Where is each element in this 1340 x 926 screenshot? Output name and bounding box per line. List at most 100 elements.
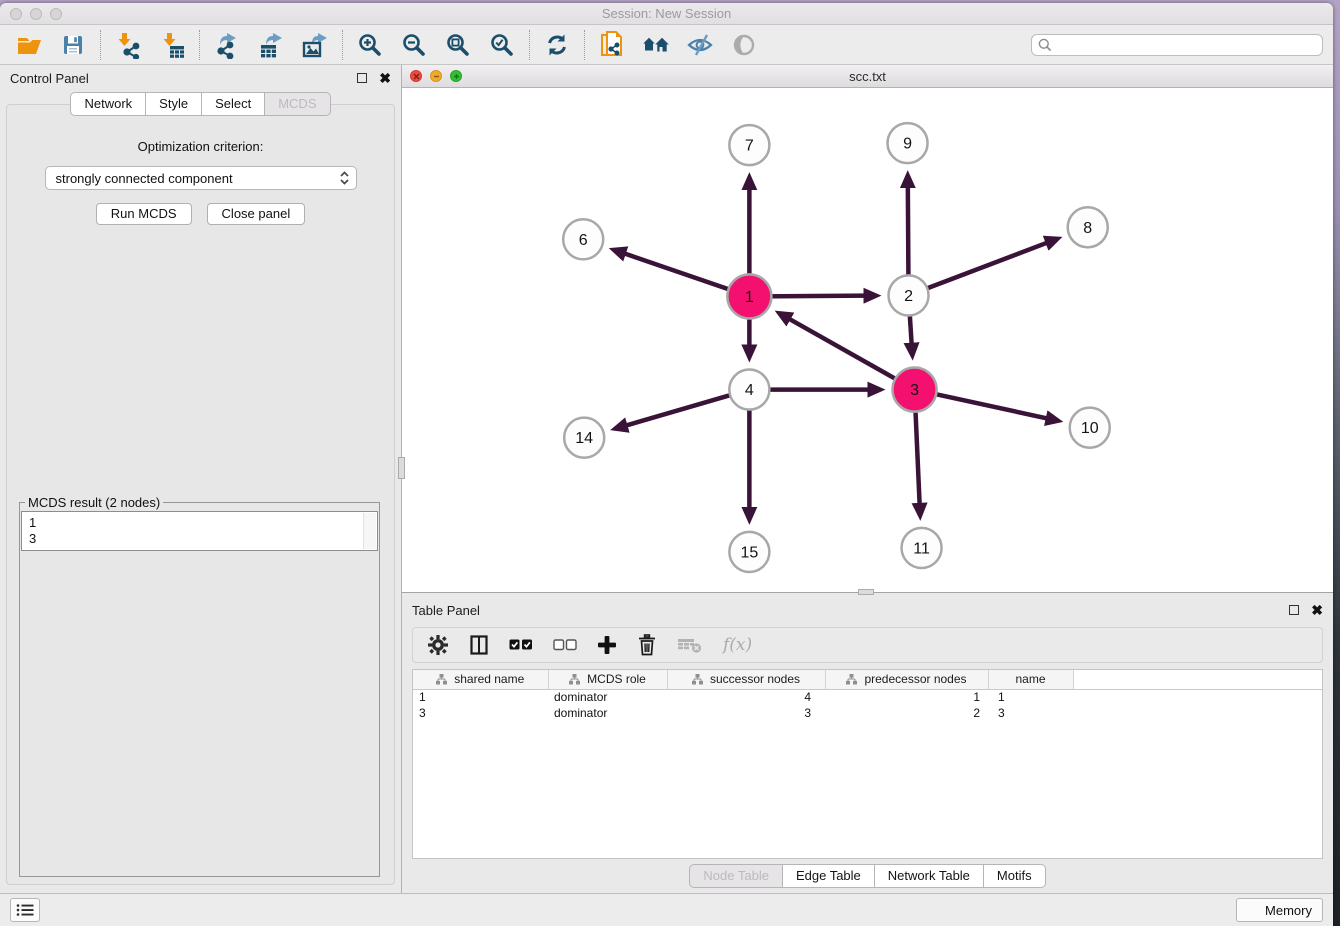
- vertical-splitter-handle[interactable]: [398, 457, 405, 479]
- cell-name[interactable]: 1: [988, 689, 1073, 705]
- mcds-panel: Optimization criterion: strongly connect…: [6, 104, 395, 885]
- save-session-button[interactable]: [58, 30, 88, 60]
- import-network-button[interactable]: [113, 30, 143, 60]
- table-tabs: Node Table Edge Table Network Table Moti…: [402, 859, 1333, 893]
- graph-node-label: 9: [903, 135, 912, 153]
- cell-filler: [1073, 705, 1322, 721]
- control-panel-header: Control Panel ✖: [0, 65, 401, 91]
- column-header-successor-nodes[interactable]: successor nodes: [667, 670, 825, 689]
- optimization-criterion-label: Optimization criterion:: [138, 139, 264, 154]
- status-bar: Memory: [0, 893, 1333, 926]
- refresh-button[interactable]: [542, 30, 572, 60]
- cell-predecessor-nodes[interactable]: 1: [825, 689, 988, 705]
- deselect-all-icon[interactable]: [553, 639, 577, 651]
- dropdown-stepper-icon: [339, 170, 350, 186]
- search-box[interactable]: [1031, 34, 1323, 56]
- table-settings-icon[interactable]: [427, 634, 449, 656]
- list-icon: [16, 903, 34, 917]
- cell-successor-nodes[interactable]: 3: [667, 705, 825, 721]
- open-session-button[interactable]: [14, 30, 44, 60]
- tab-select[interactable]: Select: [202, 92, 265, 116]
- criterion-value: strongly connected component: [56, 171, 233, 186]
- horizontal-splitter[interactable]: [402, 593, 1333, 597]
- splitter-handle[interactable]: [858, 589, 874, 595]
- close-window-icon[interactable]: [10, 8, 22, 20]
- criterion-dropdown[interactable]: strongly connected component: [45, 166, 357, 190]
- graph-node-label: 7: [745, 137, 754, 155]
- tab-network[interactable]: Network: [70, 92, 146, 116]
- cell-filler: [1073, 689, 1322, 705]
- export-network-button[interactable]: [212, 30, 242, 60]
- task-history-button[interactable]: [10, 898, 40, 922]
- tab-motifs[interactable]: Motifs: [984, 864, 1046, 888]
- session-title: Session: New Session: [0, 6, 1333, 21]
- minimize-network-icon[interactable]: [430, 70, 442, 82]
- network-canvas[interactable]: 7968124314101511: [402, 88, 1333, 592]
- network-window-title: scc.txt: [402, 69, 1333, 84]
- tab-network-table[interactable]: Network Table: [875, 864, 984, 888]
- mcds-result-group: MCDS result (2 nodes) 1 3: [19, 495, 380, 877]
- zoom-in-button[interactable]: [355, 30, 385, 60]
- node-table[interactable]: shared name MCDS role successor nodes pr…: [412, 669, 1323, 859]
- close-panel-icon[interactable]: ✖: [379, 73, 391, 83]
- hide-graphics-details-button[interactable]: [685, 30, 715, 60]
- graph-node-label: 10: [1081, 419, 1099, 437]
- column-header-name[interactable]: name: [988, 670, 1073, 689]
- cell-shared-name[interactable]: 3: [413, 705, 548, 721]
- zoom-window-icon[interactable]: [50, 8, 62, 20]
- fit-content-button[interactable]: [443, 30, 473, 60]
- tab-edge-table[interactable]: Edge Table: [783, 864, 875, 888]
- network-home-button[interactable]: [641, 30, 671, 60]
- minimize-window-icon[interactable]: [30, 8, 42, 20]
- float-panel-icon[interactable]: [357, 73, 367, 83]
- zoom-out-button[interactable]: [399, 30, 429, 60]
- cell-name[interactable]: 3: [988, 705, 1073, 721]
- column-header-shared-name[interactable]: shared name: [413, 670, 548, 689]
- close-network-icon[interactable]: [410, 70, 422, 82]
- search-input[interactable]: [1053, 38, 1317, 52]
- tab-node-table[interactable]: Node Table: [689, 864, 783, 888]
- duplicate-network-button[interactable]: [597, 30, 627, 60]
- window-controls: [10, 8, 62, 20]
- select-all-icon[interactable]: [509, 639, 533, 651]
- table-row[interactable]: 1 dominator 4 1 1: [413, 689, 1322, 705]
- add-column-icon[interactable]: [597, 635, 617, 655]
- delete-column-icon[interactable]: [637, 634, 657, 656]
- graph-node-label: 1: [745, 288, 754, 306]
- cell-mcds-role[interactable]: dominator: [548, 705, 667, 721]
- cell-shared-name[interactable]: 1: [413, 689, 548, 705]
- title-bar: Session: New Session: [0, 3, 1333, 25]
- zoom-network-icon[interactable]: [450, 70, 462, 82]
- table-row[interactable]: 3 dominator 3 2 3: [413, 705, 1322, 721]
- column-header-predecessor-nodes[interactable]: predecessor nodes: [825, 670, 988, 689]
- tab-mcds[interactable]: MCDS: [265, 92, 330, 116]
- memory-button[interactable]: Memory: [1236, 898, 1323, 922]
- float-table-panel-icon[interactable]: [1289, 605, 1299, 615]
- import-table-button[interactable]: [157, 30, 187, 60]
- result-scrollbar[interactable]: [363, 513, 376, 549]
- delete-table-icon: [677, 636, 703, 654]
- cell-predecessor-nodes[interactable]: 2: [825, 705, 988, 721]
- cell-mcds-role[interactable]: dominator: [548, 689, 667, 705]
- close-panel-button[interactable]: Close panel: [207, 203, 306, 225]
- mcds-result-value: 3: [29, 531, 359, 547]
- function-builder-icon: f(x): [723, 635, 752, 655]
- export-image-button[interactable]: [300, 30, 330, 60]
- run-mcds-button[interactable]: Run MCDS: [96, 203, 192, 225]
- export-table-button[interactable]: [256, 30, 286, 60]
- tab-style[interactable]: Style: [146, 92, 202, 116]
- graph-node-label: 2: [904, 287, 913, 305]
- column-header-mcds-role[interactable]: MCDS role: [548, 670, 667, 689]
- graph-edge-2-8[interactable]: [909, 243, 1048, 296]
- cell-successor-nodes[interactable]: 4: [667, 689, 825, 705]
- mcds-result-box[interactable]: 1 3: [21, 511, 378, 551]
- control-panel-tabs: Network Style Select MCDS: [0, 92, 401, 116]
- table-panel: Table Panel ✖: [402, 597, 1333, 893]
- network-graph[interactable]: 7968124314101511: [402, 88, 1333, 592]
- show-columns-icon[interactable]: [469, 634, 489, 656]
- zoom-selected-button[interactable]: [487, 30, 517, 60]
- graph-node-label: 4: [745, 381, 754, 399]
- graph-node-label: 8: [1083, 219, 1092, 237]
- show-graphics-details-button[interactable]: [729, 30, 759, 60]
- close-table-panel-icon[interactable]: ✖: [1311, 605, 1323, 615]
